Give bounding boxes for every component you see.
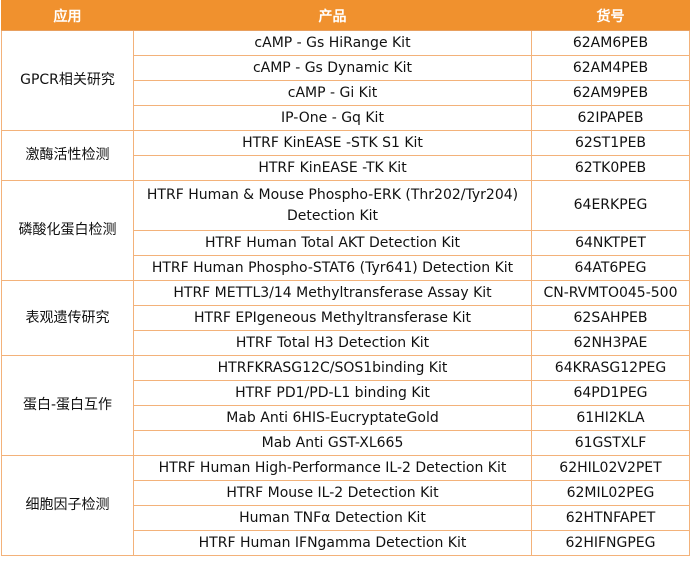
product-cell: Mab Anti GST-XL665 (133, 430, 532, 456)
sku-cell: CN-RVMTO045-500 (531, 280, 690, 306)
table-row: GPCR相关研究 cAMP - Gs HiRange Kit 62AM6PEB (1, 30, 690, 131)
table-row: 蛋白-蛋白互作 HTRFKRASG12C/SOS1binding Kit 64K… (1, 355, 690, 456)
product-cell: HTRF Total H3 Detection Kit (133, 330, 532, 356)
sku-cell: 62HIL02V2PET (531, 455, 690, 481)
header-product: 产品 (133, 0, 532, 31)
product-cell: cAMP - Gs HiRange Kit (133, 30, 532, 56)
sku-cell: 62TK0PEB (531, 155, 690, 181)
sku-cell: 62HIFNGPEG (531, 530, 690, 556)
sku-cell: 61HI2KLA (531, 405, 690, 431)
application-cell: 激酶活性检测 (1, 130, 134, 181)
product-cell: Human TNFα Detection Kit (133, 505, 532, 531)
sku-cell: 62ST1PEB (531, 130, 690, 156)
application-cell: GPCR相关研究 (1, 30, 134, 131)
sku-cell: 64NKTPET (531, 230, 690, 256)
product-cell: Mab Anti 6HIS-EucryptateGold (133, 405, 532, 431)
sku-cell: 62NH3PAE (531, 330, 690, 356)
product-cell: HTRF Human High-Performance IL-2 Detecti… (133, 455, 532, 481)
application-cell: 蛋白-蛋白互作 (1, 355, 134, 456)
header-application: 应用 (1, 0, 134, 31)
table-row: 细胞因子检测 HTRF Human High-Performance IL-2 … (1, 455, 690, 556)
product-cell: HTRF KinEASE -TK Kit (133, 155, 532, 181)
table-row: 表观遗传研究 HTRF METTL3/14 Methyltransferase … (1, 280, 690, 356)
sku-cell: 62IPAPEB (531, 105, 690, 131)
product-table: 应用 产品 货号 GPCR相关研究 cAMP - Gs HiRange Kit … (1, 0, 690, 556)
sku-cell: 62HTNFAPET (531, 505, 690, 531)
product-cell: cAMP - Gi Kit (133, 80, 532, 106)
header-sku: 货号 (531, 0, 690, 31)
sku-cell: 62AM6PEB (531, 30, 690, 56)
sku-cell: 64PD1PEG (531, 380, 690, 406)
product-cell: cAMP - Gs Dynamic Kit (133, 55, 532, 81)
sku-cell: 62AM9PEB (531, 80, 690, 106)
product-cell: HTRF EPIgeneous Methyltransferase Kit (133, 305, 532, 331)
product-cell: HTRF Human Phospho-STAT6 (Tyr641) Detect… (133, 255, 532, 281)
product-cell: HTRF PD1/PD-L1 binding Kit (133, 380, 532, 406)
application-cell: 表观遗传研究 (1, 280, 134, 356)
sku-cell: 64AT6PEG (531, 255, 690, 281)
table-header-row: 应用 产品 货号 (1, 0, 690, 31)
application-cell: 细胞因子检测 (1, 455, 134, 556)
product-cell: HTRF Human Total AKT Detection Kit (133, 230, 532, 256)
product-cell: HTRF Mouse IL-2 Detection Kit (133, 480, 532, 506)
product-cell: HTRFKRASG12C/SOS1binding Kit (133, 355, 532, 381)
sku-cell: 61GSTXLF (531, 430, 690, 456)
product-cell: HTRF Human IFNgamma Detection Kit (133, 530, 532, 556)
sku-cell: 62SAHPEB (531, 305, 690, 331)
product-cell: HTRF KinEASE -STK S1 Kit (133, 130, 532, 156)
table-row: 磷酸化蛋白检测 HTRF Human & Mouse Phospho-ERK (… (1, 180, 690, 281)
product-cell: HTRF METTL3/14 Methyltransferase Assay K… (133, 280, 532, 306)
product-cell: IP-One - Gq Kit (133, 105, 532, 131)
sku-cell: 64KRASG12PEG (531, 355, 690, 381)
sku-cell: 62MIL02PEG (531, 480, 690, 506)
product-cell: HTRF Human & Mouse Phospho-ERK (Thr202/T… (133, 180, 532, 231)
sku-cell: 62AM4PEB (531, 55, 690, 81)
application-cell: 磷酸化蛋白检测 (1, 180, 134, 281)
table-row: 激酶活性检测 HTRF KinEASE -STK S1 Kit 62ST1PEB (1, 130, 690, 181)
sku-cell: 64ERKPEG (531, 180, 690, 231)
